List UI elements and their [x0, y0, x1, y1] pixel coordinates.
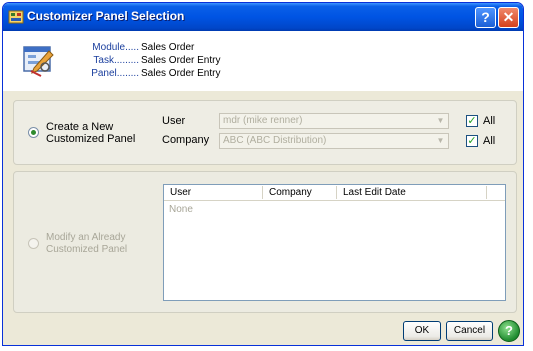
empty-list-text: None — [169, 204, 193, 215]
ok-button[interactable]: OK — [403, 321, 441, 341]
help-circle-icon[interactable]: ? — [498, 320, 520, 342]
company-label: Company — [162, 134, 210, 146]
module-value: Sales Order — [141, 42, 195, 53]
close-button[interactable]: ✕ — [498, 7, 519, 28]
company-combo[interactable]: ABC (ABC Distribution) ▼ — [219, 133, 449, 149]
user-combo[interactable]: mdr (mike renner) ▼ — [219, 113, 449, 129]
chevron-down-icon[interactable]: ▼ — [434, 135, 447, 147]
header-values: Sales Order Sales Order Entry Sales Orde… — [141, 41, 220, 80]
panel-info-header: Module..... Task......... Panel........ … — [3, 31, 523, 91]
modify-existing-label-line2: Customized Panel — [46, 244, 128, 255]
module-label: Module..... — [92, 42, 139, 53]
all-users-label: All — [483, 115, 496, 127]
all-companies-label: All — [483, 135, 496, 147]
company-combo-value: ABC (ABC Distribution) — [223, 135, 327, 146]
create-new-label-line1: Create a New — [46, 121, 114, 133]
user-label: User — [162, 115, 186, 127]
user-combo-value: mdr (mike renner) — [223, 115, 303, 126]
task-label: Task......... — [93, 55, 139, 66]
modify-existing-label[interactable]: Modify an Already Customized Panel — [46, 232, 127, 256]
create-new-label-line2: Customized Panel — [46, 133, 136, 145]
task-value: Sales Order Entry — [141, 55, 221, 66]
column-header-last-edit-date[interactable]: Last Edit Date — [337, 186, 487, 199]
column-header-company[interactable]: Company — [263, 186, 337, 199]
all-companies-checkbox[interactable]: ✓ — [466, 135, 478, 147]
chevron-down-icon[interactable]: ▼ — [434, 115, 447, 127]
create-new-radio[interactable] — [28, 127, 39, 138]
app-icon — [8, 10, 24, 24]
panel-label: Panel........ — [91, 68, 139, 79]
title-help-button[interactable]: ? — [475, 7, 496, 28]
panel-value: Sales Order Entry — [141, 68, 221, 79]
customizer-panel-selection-window: Customizer Panel Selection ? ✕ Module...… — [2, 2, 524, 346]
modify-existing-label-line1: Modify an Already — [46, 232, 126, 243]
window-title: Customizer Panel Selection — [27, 9, 185, 23]
all-users-checkbox[interactable]: ✓ — [466, 115, 478, 127]
customizer-wrench-icon — [23, 46, 54, 77]
title-bar[interactable]: Customizer Panel Selection ? ✕ — [3, 3, 523, 31]
customized-panels-list[interactable]: User Company Last Edit Date None — [163, 184, 506, 301]
column-header-user[interactable]: User — [164, 186, 263, 199]
cancel-button-label: Cancel — [453, 325, 486, 336]
header-labels: Module..... Task......... Panel........ — [83, 41, 139, 80]
modify-existing-radio[interactable] — [28, 238, 39, 249]
list-header: User Company Last Edit Date — [164, 185, 505, 201]
ok-button-label: OK — [414, 325, 430, 336]
cancel-button[interactable]: Cancel — [446, 321, 493, 341]
create-new-label[interactable]: Create a New Customized Panel — [46, 121, 135, 145]
